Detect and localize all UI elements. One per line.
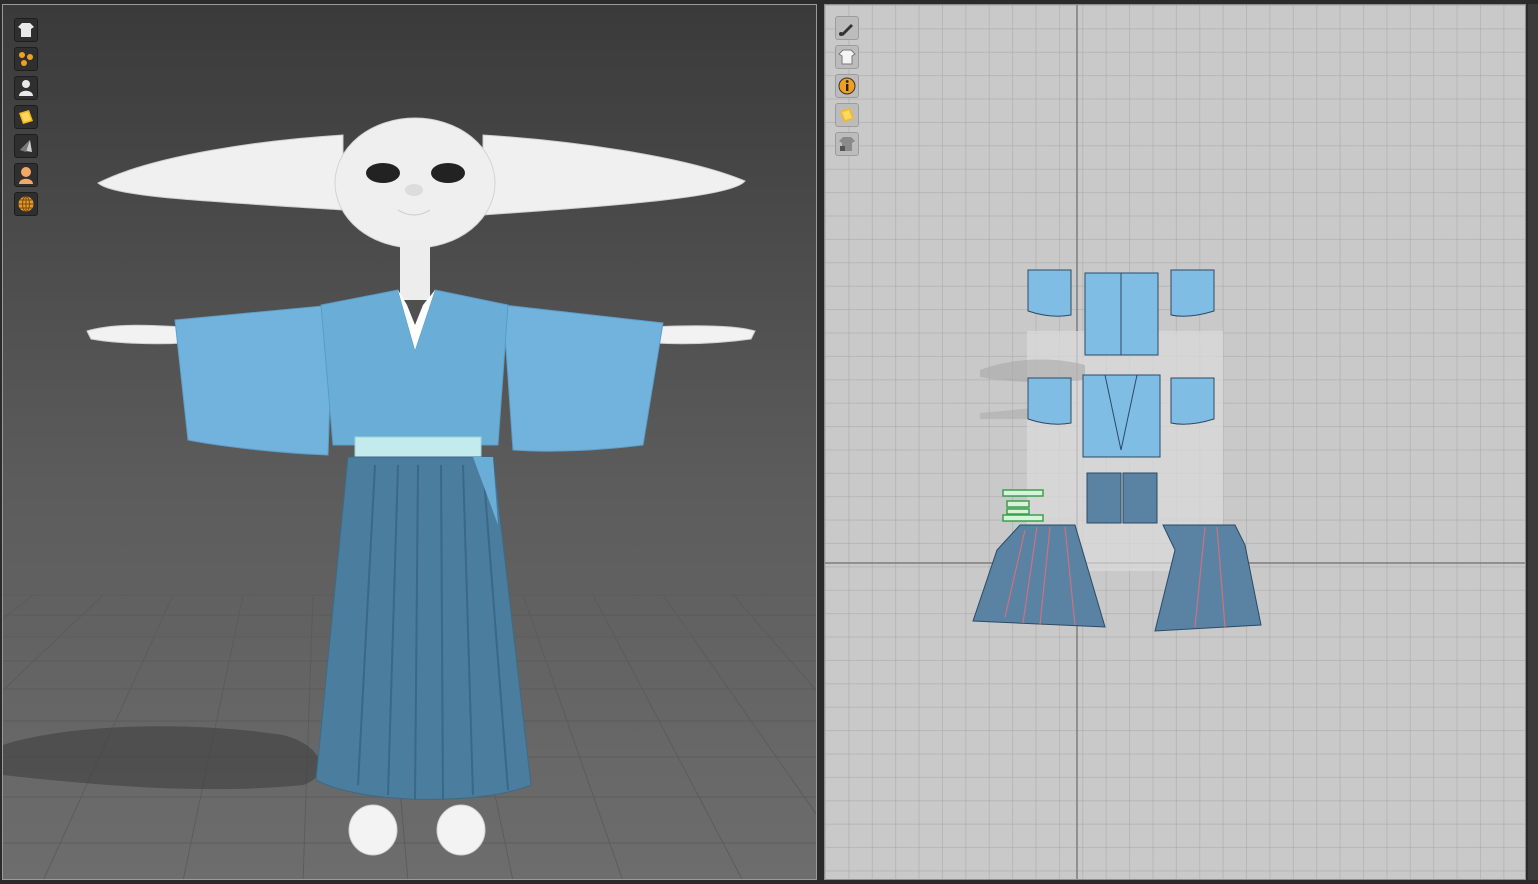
particle-distance-icon — [19, 52, 33, 66]
garment-visibility-button[interactable] — [835, 45, 859, 69]
info-button[interactable] — [835, 74, 859, 98]
avatar-shadow — [3, 726, 321, 790]
obi-belt — [354, 436, 482, 458]
garment-lock-icon — [839, 137, 855, 151]
texture-surface-button[interactable] — [14, 105, 38, 129]
3d-scene — [3, 117, 816, 879]
texture-button[interactable] — [835, 103, 859, 127]
avatar-display-icon — [19, 80, 33, 96]
panel-edge — [1528, 4, 1538, 880]
avatar-display-button[interactable] — [14, 76, 38, 100]
avatar-feet — [348, 804, 486, 856]
garment-visibility-icon — [838, 49, 856, 65]
pattern-edit-icon — [839, 24, 853, 36]
flat-shading-icon — [20, 140, 32, 152]
flat-shading-button[interactable] — [14, 134, 38, 158]
pattern-canvas — [825, 5, 1525, 879]
3d-viewport[interactable] — [2, 4, 817, 880]
hakama-back-piece — [1154, 524, 1262, 632]
environment-globe-icon — [18, 196, 34, 212]
pattern-edit-button[interactable] — [835, 16, 859, 40]
3d-display-toolbar — [14, 18, 38, 221]
texture-icon — [840, 108, 854, 122]
avatar-skin-icon — [19, 167, 33, 184]
particle-distance-button[interactable] — [14, 47, 38, 71]
2d-display-toolbar — [835, 16, 859, 161]
kimono-body — [320, 289, 509, 446]
texture-surface-icon — [19, 110, 33, 124]
hakama-skirt — [315, 456, 532, 801]
garment-display-button[interactable] — [14, 18, 38, 42]
environment-globe-button[interactable] — [14, 192, 38, 216]
garment-lock-button[interactable] — [835, 132, 859, 156]
garment-display-icon — [18, 23, 34, 37]
avatar-head — [334, 117, 496, 249]
info-icon — [838, 77, 856, 95]
2d-pattern-viewport[interactable] — [824, 4, 1526, 880]
avatar-neck — [400, 240, 430, 300]
avatar-skin-button[interactable] — [14, 163, 38, 187]
